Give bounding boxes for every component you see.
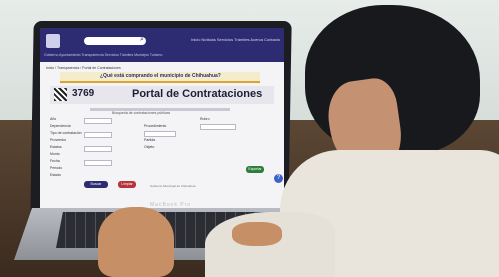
page-title: Portal de Contrataciones [132,88,263,100]
form-label: Rubro [200,117,210,121]
banner: ¿Qué está comprando el municipio de Chih… [60,72,260,83]
portal-number: 3769 [72,88,95,99]
search-icon[interactable]: ⌕ [140,36,144,44]
footer-text: Gobierno Municipal de Chihuahua [150,184,196,188]
site-header: ⌕ Inicio Noticias Servicios Trámites Ace… [40,28,284,62]
portal-title-bar: 3769 Portal de Contrataciones [50,86,274,104]
form-label: Monto [50,152,60,156]
form-label: Periodo [50,166,63,170]
right-hand [232,222,282,246]
form-field[interactable] [84,160,112,166]
form-label: Estado [50,173,61,177]
qr-code-icon [54,88,67,101]
form-label: Proveedor [50,138,67,142]
form-title: Búsqueda de contrataciones públicas [112,111,171,115]
banner-text: ¿Qué está comprando el municipio de Chih… [100,73,221,79]
form-label: Dependencia [50,124,71,128]
left-hand [98,207,174,277]
form-label: Objeto [144,145,155,149]
search-input[interactable] [84,37,146,45]
breadcrumb[interactable]: Inicio / Transparencia / Portal de Contr… [46,66,121,70]
form-label: Partida [144,138,156,142]
top-links[interactable]: Inicio Noticias Servicios Trámites Acerc… [191,37,280,42]
municipal-logo-icon [46,34,60,48]
form-label: Año [50,117,57,121]
form-label: Tipo de contratación [50,131,82,135]
form-label: Fecha [50,159,60,163]
form-field[interactable] [84,118,112,124]
laptop-brand: MacBook Pro [150,202,192,208]
photo-scene: ⌕ Inicio Noticias Servicios Trámites Ace… [0,0,499,277]
form-field[interactable] [200,124,236,130]
search-button[interactable]: Buscar [84,181,108,188]
form-label: Estatus [50,145,62,149]
form-label: Procedimiento [144,124,167,128]
export-button[interactable]: Exportar [246,166,264,173]
form-field[interactable] [144,131,176,137]
help-icon[interactable]: ? [274,174,283,183]
main-menu[interactable]: Gobierno Ayuntamiento Transparencia Serv… [44,53,162,57]
form-field[interactable] [84,132,112,138]
laptop-screen: ⌕ Inicio Noticias Servicios Trámites Ace… [40,28,284,208]
clear-button[interactable]: Limpiar [118,181,136,188]
form-field[interactable] [84,146,112,152]
